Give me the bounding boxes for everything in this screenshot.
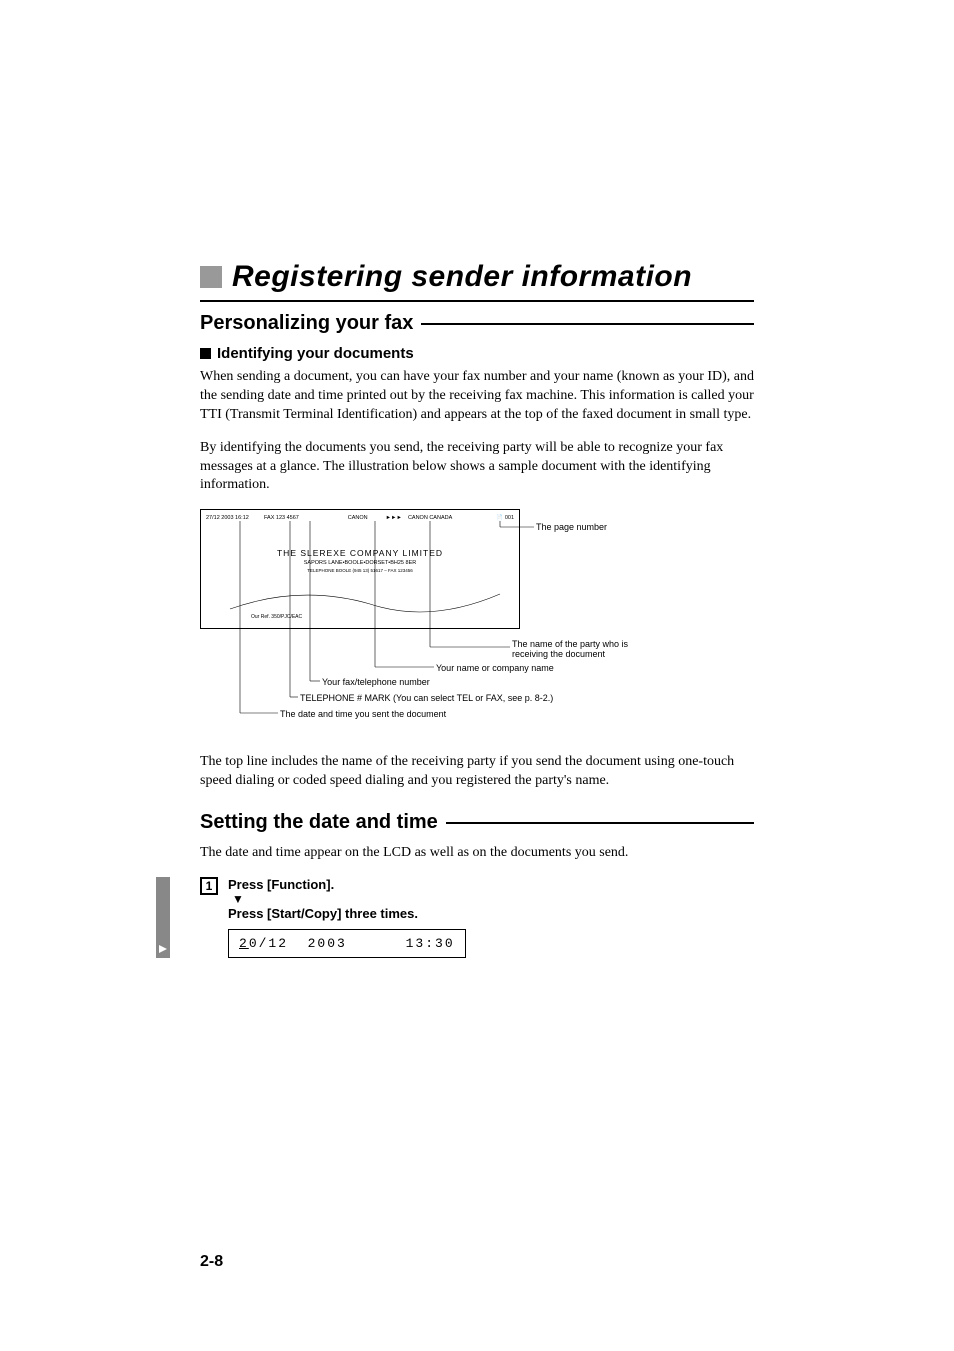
callout-text: receiving the document [512, 649, 628, 659]
step-instruction: Press [Start/Copy] three times. [228, 906, 466, 921]
paragraph: The date and time appear on the LCD as w… [200, 844, 754, 863]
section-heading-line [446, 822, 754, 824]
paragraph: By identifying the documents you send, t… [200, 439, 754, 496]
title-bullet [200, 266, 222, 288]
section-heading-text: Personalizing your fax [200, 312, 421, 335]
callout-recipient: The name of the party who is receiving t… [512, 639, 628, 659]
callout-tel-mark: TELEPHONE # MARK (You can select TEL or … [300, 693, 553, 703]
callout-sender-name: Your name or company name [436, 663, 554, 673]
continuation-arrow-icon [158, 944, 168, 954]
page-title: Registering sender information [232, 260, 692, 294]
lcd-cursor-char: 2 [239, 936, 249, 951]
sample-document-diagram: 27/12 2003 16:12 FAX 123 4567 CANON ►►► … [200, 509, 740, 739]
section-heading-text: Setting the date and time [200, 811, 446, 834]
step-block: 1 Press [Function]. ▼ Press [Start/Copy]… [200, 877, 754, 958]
subsection-heading-identifying: Identifying your documents [200, 345, 754, 362]
callout-fax-tel: Your fax/telephone number [322, 677, 430, 687]
page-number: 2-8 [200, 1253, 223, 1271]
lcd-text: 0/12 2003 13:30 [249, 936, 455, 951]
page-title-row: Registering sender information [200, 260, 754, 294]
step-row: 1 Press [Function]. ▼ Press [Start/Copy]… [200, 877, 466, 958]
callout-text: The name of the party who is [512, 639, 628, 649]
title-underline [200, 300, 754, 302]
paragraph: When sending a document, you can have yo… [200, 368, 754, 425]
step-number: 1 [200, 877, 218, 895]
down-arrow-icon: ▼ [228, 892, 466, 906]
callout-datetime: The date and time you sent the document [280, 709, 446, 719]
subsection-bullet [200, 348, 211, 359]
lcd-display: 20/12 2003 13:30 [228, 929, 466, 958]
section-heading-line [421, 323, 754, 325]
section-heading-personalizing: Personalizing your fax [200, 312, 754, 335]
step-side-bar [156, 877, 170, 958]
leader-lines [200, 509, 740, 739]
step-instruction: Press [Function]. [228, 877, 466, 892]
section-heading-setting-date: Setting the date and time [200, 811, 754, 834]
paragraph: The top line includes the name of the re… [200, 753, 754, 791]
subsection-heading-text: Identifying your documents [217, 345, 414, 362]
callout-page-number: The page number [536, 522, 607, 532]
